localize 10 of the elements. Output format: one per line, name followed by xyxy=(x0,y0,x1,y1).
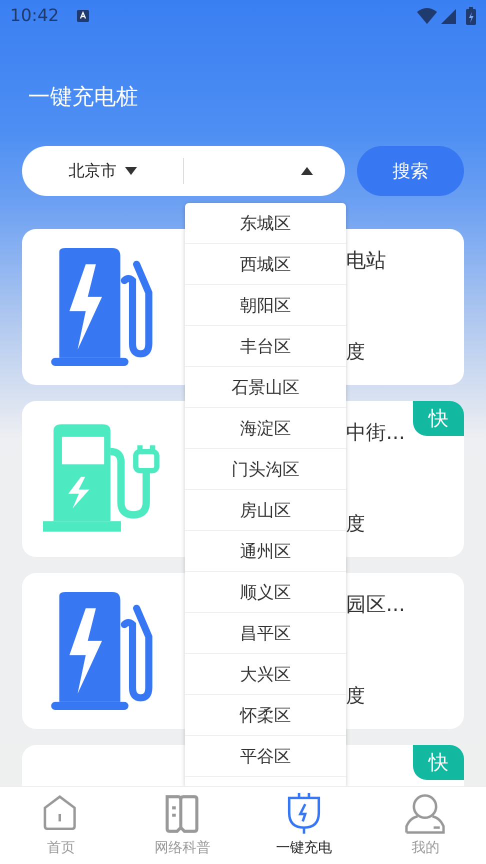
station-name: 园区... xyxy=(346,591,406,618)
station-detail: 度 xyxy=(346,512,366,537)
status-time: 10:42 xyxy=(10,6,59,26)
station-detail: 度 xyxy=(346,340,366,365)
station-name: 电站 xyxy=(346,247,387,274)
fast-charge-badge: 快 xyxy=(413,401,464,436)
page-title: 一键充电桩 xyxy=(28,84,139,112)
fast-charge-badge: 快 xyxy=(413,745,464,780)
station-detail: 度 xyxy=(346,684,366,709)
station-name: 中街... xyxy=(346,419,406,446)
